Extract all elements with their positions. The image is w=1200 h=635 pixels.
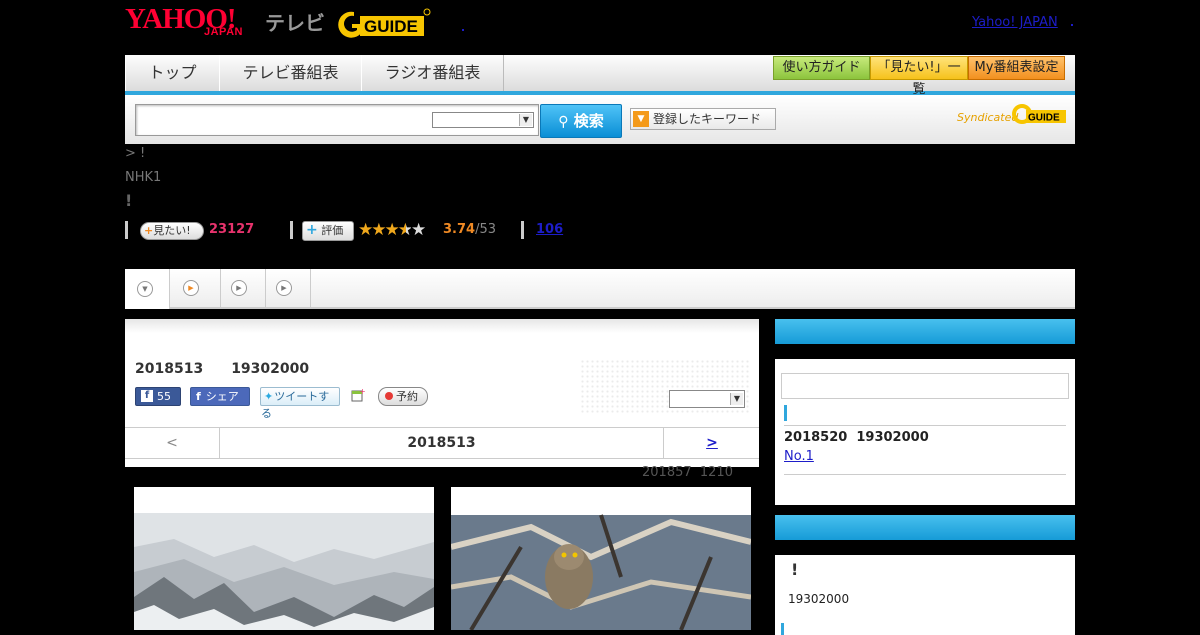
sidebar-header-strip [775,344,1075,359]
record-icon [385,392,393,400]
syndicated-gguide-logo: GUIDE [1012,103,1068,125]
play-icon: ▶ [183,280,199,296]
related-title: ! [791,560,799,579]
divider [125,221,128,239]
star-partial-icon: ★ [397,220,413,240]
section-marker [781,623,784,635]
nav-tab-tv-schedule[interactable]: テレビ番組表 [219,55,362,91]
pager-date: 2018513 [407,435,476,451]
divider [784,425,1066,426]
facebook-icon: f [141,390,153,402]
pager-prev[interactable]: < [125,428,220,458]
yahoo-japan-logo-text: JAPAN [204,26,243,38]
episode-select[interactable]: ▼ [669,390,745,408]
sidebar-input[interactable] [781,373,1069,399]
gguide-logo[interactable]: GUIDE [334,6,431,40]
star-full-icon: ★ [358,220,373,240]
divider [521,221,524,239]
program-title: ! [125,191,133,210]
usage-guide-button[interactable]: 使い方ガイド [773,56,870,80]
calendar-add-icon[interactable]: + [351,387,366,402]
search-button[interactable]: ⚲ 検索 [540,104,622,138]
panel-top-shade [125,319,759,333]
saved-keywords-button[interactable]: ▼ 登録したキーワード [630,108,776,130]
want-button-label: 見たい! [153,224,191,237]
search-input[interactable]: ▼ [135,104,539,136]
tab-overview[interactable]: ▼ [125,269,170,309]
search-area: ▼ ⚲ 検索 ▼ 登録したキーワード Syndicated GUIDE [125,95,1075,144]
svg-text:+: + [359,388,365,396]
ranking-link[interactable]: No.1 [784,449,864,464]
star-full-icon: ★ [384,220,400,240]
triangle-down-icon: ▼ [633,111,649,127]
want-button[interactable]: +見たい! [140,222,204,240]
rating-count: /53 [475,222,496,237]
want-list-button[interactable]: 「見たい!」一覧 [870,56,968,97]
air-datetime: 2018513 19302000 [135,361,310,377]
divider [784,474,1066,475]
svg-text:GUIDE: GUIDE [364,17,418,36]
tweet-button[interactable]: ✦ツイートする [260,387,340,420]
search-category-select[interactable]: ▼ [432,112,534,128]
rating-score: 3.74/53 [443,222,496,237]
section-marker [784,405,787,421]
my-schedule-settings-button[interactable]: My番組表設定 [968,56,1065,80]
related-time: 19302000 [788,592,850,606]
rating-value: 3.74 [443,222,476,237]
rate-button-label: 評価 [321,224,344,237]
facebook-like-count: 55 [157,390,171,403]
tv-logo-text[interactable]: テレビ [265,7,325,36]
program-detail-panel: 2018513 19302000 f 55 f シェア ✦ツイートする + 予約 ▼… [125,319,759,467]
facebook-icon: f [196,390,201,403]
divider [290,221,293,239]
play-icon: ▶ [231,280,247,296]
sidebar-header [775,319,1075,344]
chevron-down-icon: ▼ [519,114,532,126]
header-dot [462,29,464,31]
chevron-down-icon: ▼ [137,281,153,297]
channel-name: NHK1 [125,170,162,185]
search-button-label: 検索 [573,112,604,130]
plus-icon: + [306,222,318,238]
chevron-down-icon: ▼ [730,393,743,405]
svg-text:GUIDE: GUIDE [1028,113,1060,124]
saved-keywords-label: 登録したキーワード [653,112,762,126]
nav-tab-top[interactable]: トップ [125,55,220,91]
facebook-share-label: シェア [205,390,239,403]
tab-fourth[interactable]: ▶ [266,269,311,307]
search-icon: ⚲ [558,114,569,130]
plus-icon: + [144,224,154,237]
facebook-like-button[interactable]: f 55 [135,387,181,406]
twitter-bird-icon: ✦ [264,390,274,403]
tab-second[interactable]: ▶ [170,269,221,307]
sidebar-header [775,515,1075,540]
date-pager: < 2018513 > [125,427,759,459]
rating-stars: ★★★★★ [358,220,426,240]
header-dot [1071,24,1073,26]
review-count-link[interactable]: 106 [536,222,563,237]
program-photo-owl[interactable] [451,487,751,630]
updated-timestamp: 201857 1210 [642,465,733,480]
star-empty-icon: ★ [411,220,426,240]
yahoo-japan-link[interactable]: Yahoo! JAPAN [972,15,1058,30]
rate-button[interactable]: + 評価 [302,221,354,241]
want-count: 23127 [209,222,255,237]
sidebar-header-strip [775,540,1075,555]
sidebar-next-broadcast: 2018520 19302000 No.1 [775,319,1075,505]
next-air-datetime: 2018520 19302000 [784,430,929,445]
facebook-share-button[interactable]: f シェア [190,387,250,406]
program-tab-bar: ▼ ▶ ▶ ▶ [125,269,1075,309]
breadcrumb: > ! [125,146,146,161]
reserve-button[interactable]: 予約 [378,387,428,406]
tab-third[interactable]: ▶ [221,269,266,307]
main-nav-bar: トップ テレビ番組表 ラジオ番組表 使い方ガイド 「見たい!」一覧 My番組表設… [125,55,1075,97]
sidebar-related: ! 19302000 [775,515,1075,635]
reserve-label: 予約 [396,390,418,403]
syndicated-label: Syndicated [957,111,1019,124]
nav-tab-radio-schedule[interactable]: ラジオ番組表 [361,55,504,91]
star-full-icon: ★ [371,220,386,240]
play-icon: ▶ [276,280,292,296]
pager-next[interactable]: > [663,428,760,458]
program-photo-mountains[interactable] [134,487,434,630]
